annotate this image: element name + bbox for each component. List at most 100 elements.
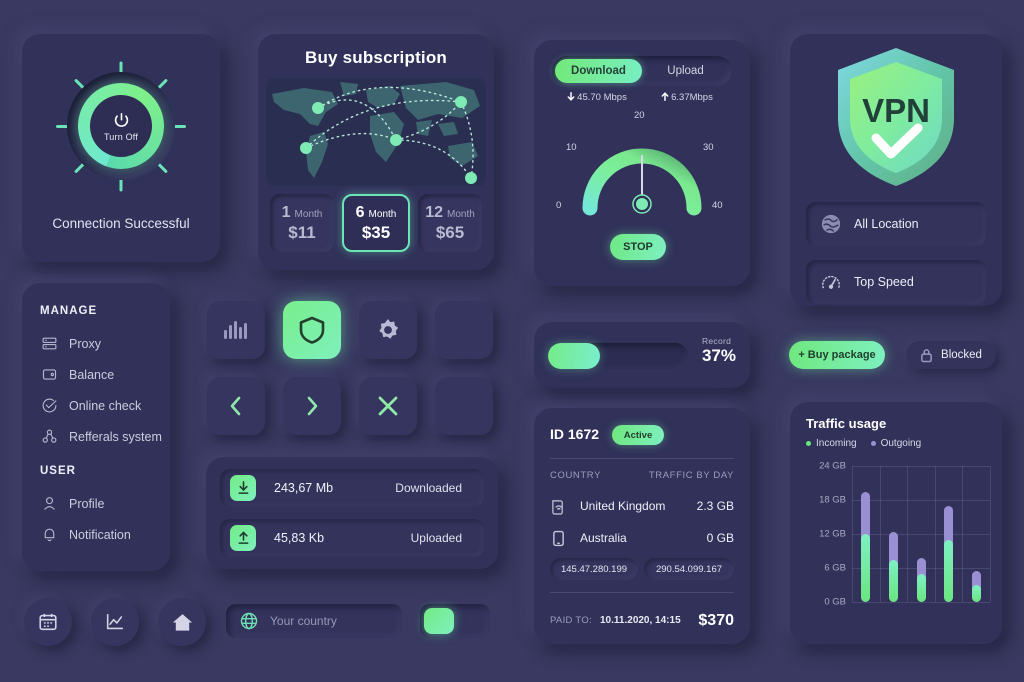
- table-row[interactable]: United Kingdom 2.3 GB: [550, 492, 734, 520]
- plan-option-12[interactable]: 12 Month $65: [418, 194, 482, 252]
- chart-bar-incoming: [944, 539, 954, 602]
- plan-option-6[interactable]: 6 Month $35: [342, 194, 410, 252]
- icon-button-shield[interactable]: [283, 301, 341, 359]
- legend-label: Incoming: [816, 438, 857, 449]
- paid-to-date: 10.11.2020, 14:15: [600, 615, 681, 626]
- chart-bar[interactable]: [944, 505, 954, 602]
- globe-icon: [821, 214, 841, 234]
- bell-icon: [40, 526, 58, 544]
- progress-label: Record: [701, 336, 732, 346]
- transfer-tag: Downloaded: [395, 481, 462, 495]
- power-button-label: Turn Off: [103, 131, 139, 142]
- country-input[interactable]: Your country: [226, 604, 402, 638]
- line-chart-icon: [106, 613, 124, 630]
- home-icon: [172, 613, 192, 631]
- plan-count: 1: [281, 203, 291, 221]
- icon-button-settings[interactable]: [359, 301, 417, 359]
- sidebar-item-label: Refferals system: [69, 429, 162, 444]
- icon-button-empty-1[interactable]: [435, 301, 493, 359]
- sidebar-item-notification[interactable]: Notification: [40, 519, 131, 550]
- icon-button-close[interactable]: [359, 377, 417, 435]
- wifi-icon: [550, 497, 567, 516]
- vpn-shield: VPN: [830, 44, 962, 190]
- vpn-panel: VPN All Location Top Speed: [790, 34, 1002, 306]
- chart-bar-incoming: [971, 585, 981, 602]
- chart-y-tick: 18 GB: [819, 494, 846, 506]
- tab-download[interactable]: Download: [555, 59, 642, 83]
- tab-upload[interactable]: Upload: [642, 59, 729, 83]
- upload-speed: 6.37Mbps: [642, 92, 732, 103]
- sidebar-item-refferals-system[interactable]: Refferals system: [40, 421, 162, 452]
- wallet-icon: [40, 366, 58, 384]
- user-icon: [40, 495, 58, 513]
- icon-button-next[interactable]: [283, 377, 341, 435]
- table-row[interactable]: Australia 0 GB: [550, 524, 734, 552]
- record-progress-panel: Record 37%: [534, 322, 750, 388]
- speed-test-panel: Download Upload 45.70 Mbps 6.37Mbps 0 10…: [534, 40, 750, 286]
- legend-label: Outgoing: [880, 438, 922, 449]
- plan-list: 1 Month $11 6 Month $35 12 Month $65: [270, 194, 482, 252]
- transfer-row-downloaded[interactable]: 243,67 Mb Downloaded: [220, 469, 484, 507]
- chart-gridline: [852, 534, 990, 535]
- toggle-knob: [424, 608, 454, 634]
- sidebar-item-profile[interactable]: Profile: [40, 488, 104, 519]
- chart-y-tick: 6 GB: [824, 562, 846, 574]
- sidebar-item-label: Profile: [69, 496, 105, 511]
- subscription-panel: Buy subscription 1 Month $11 6 Month $35…: [258, 34, 494, 270]
- power-core: Turn Off: [90, 95, 152, 157]
- chart-gridline: [852, 500, 990, 501]
- transfer-tag: Uploaded: [410, 531, 462, 545]
- power-ring: Turn Off: [78, 83, 164, 169]
- menu-section-user: USER: [40, 465, 76, 477]
- buy-package-button[interactable]: + Buy package: [789, 341, 885, 369]
- sidebar-item-label: Online check: [69, 398, 142, 413]
- country-name: Australia: [580, 531, 627, 545]
- bottom-button-stats[interactable]: [91, 598, 139, 646]
- transfer-row-uploaded[interactable]: 45,83 Kb Uploaded: [220, 519, 484, 557]
- sidebar-item-balance[interactable]: Balance: [40, 359, 114, 390]
- gauge-tick-20: 20: [634, 110, 645, 121]
- country-name: United Kingdom: [580, 499, 666, 513]
- chart-bar[interactable]: [971, 570, 981, 602]
- gauge-tick-40: 40: [712, 200, 723, 211]
- chart-gridline: [934, 466, 936, 602]
- upload-icon: [230, 525, 256, 551]
- chevron-right-icon: [307, 396, 318, 416]
- plan-option-1[interactable]: 1 Month $11: [270, 194, 334, 252]
- chart-bar[interactable]: [861, 491, 871, 602]
- shield-icon: [299, 316, 325, 344]
- sidebar-menu: MANAGE Proxy Balance Online check Reffer…: [22, 283, 170, 571]
- vpn-item-top-speed[interactable]: Top Speed: [806, 260, 986, 304]
- icon-button-bar-chart[interactable]: [207, 301, 265, 359]
- ip-chip-2[interactable]: 290.54.099.167: [644, 558, 734, 580]
- blocked-button[interactable]: Blocked: [906, 341, 996, 369]
- vpn-item-all-location[interactable]: All Location: [806, 202, 986, 246]
- icon-button-previous[interactable]: [207, 377, 265, 435]
- account-id: ID 1672: [550, 426, 600, 442]
- bottom-button-calendar[interactable]: [24, 598, 72, 646]
- chart-bar[interactable]: [888, 532, 898, 602]
- power-button[interactable]: Turn Off: [67, 72, 175, 180]
- chart-bar[interactable]: [916, 557, 926, 602]
- globe-icon: [240, 612, 258, 630]
- sidebar-item-online-check[interactable]: Online check: [40, 390, 141, 421]
- bottom-button-home[interactable]: [158, 598, 206, 646]
- paid-amount: $370: [698, 612, 734, 629]
- stop-button[interactable]: STOP: [610, 234, 666, 260]
- download-speed: 45.70 Mbps: [552, 92, 642, 103]
- account-panel: ID 1672 Active COUNTRY TRAFFIC BY DAY Un…: [534, 408, 750, 644]
- icon-button-empty-2[interactable]: [435, 377, 493, 435]
- chart-gridline: [879, 466, 881, 602]
- sidebar-item-proxy[interactable]: Proxy: [40, 328, 101, 359]
- share-icon: [40, 428, 58, 446]
- legend-item-incoming: Incoming: [806, 438, 857, 449]
- toggle-switch[interactable]: [420, 604, 490, 638]
- chart-gridline: [907, 466, 909, 602]
- speed-tab-group: Download Upload: [552, 56, 732, 86]
- power-icon: [114, 112, 128, 127]
- progress-bar-track[interactable]: [548, 343, 688, 369]
- ip-chip-1[interactable]: 145.47.280.199: [550, 558, 638, 580]
- plan-price: $11: [288, 222, 316, 242]
- arrow-up-icon: [661, 92, 669, 101]
- lock-icon: [921, 348, 932, 362]
